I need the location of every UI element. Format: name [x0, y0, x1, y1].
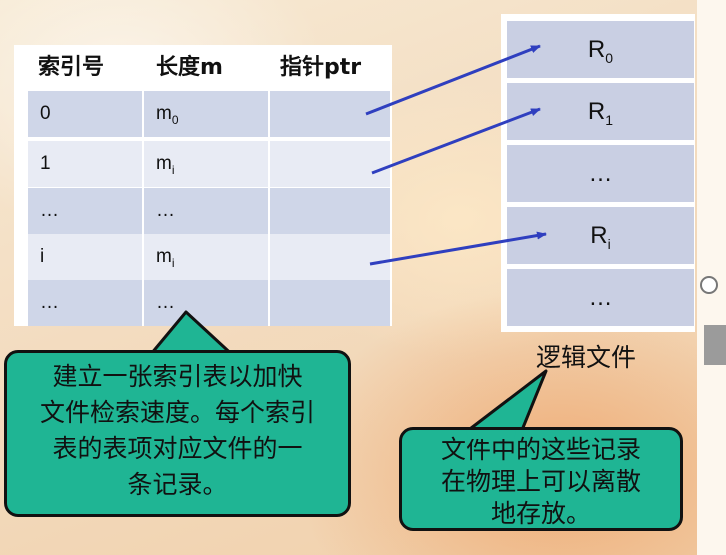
callout-right-line: 在物理上可以离散	[440, 467, 641, 496]
arrow-to-r1	[371, 107, 541, 175]
callout-left-line: 条记录。	[127, 470, 228, 499]
arrow-to-r0	[365, 44, 541, 116]
callout-left-line: 表的表项对应文件的一	[52, 434, 303, 463]
callout-index-explanation: 建立一张索引表以加快 文件检索速度。每个索引 表的表项对应文件的一 条记录。	[4, 350, 351, 517]
callout-right-line: 文件中的这些记录	[440, 435, 641, 464]
arrow-to-ri	[369, 231, 547, 266]
callout-left-line: 文件检索速度。每个索引	[39, 398, 315, 427]
callout-left-line: 建立一张索引表以加快	[52, 362, 303, 391]
callout-storage-explanation: 文件中的这些记录 在物理上可以离散 地存放。	[399, 427, 683, 531]
callout-right-line: 地存放。	[490, 499, 591, 528]
callout-right-tail	[460, 369, 548, 437]
